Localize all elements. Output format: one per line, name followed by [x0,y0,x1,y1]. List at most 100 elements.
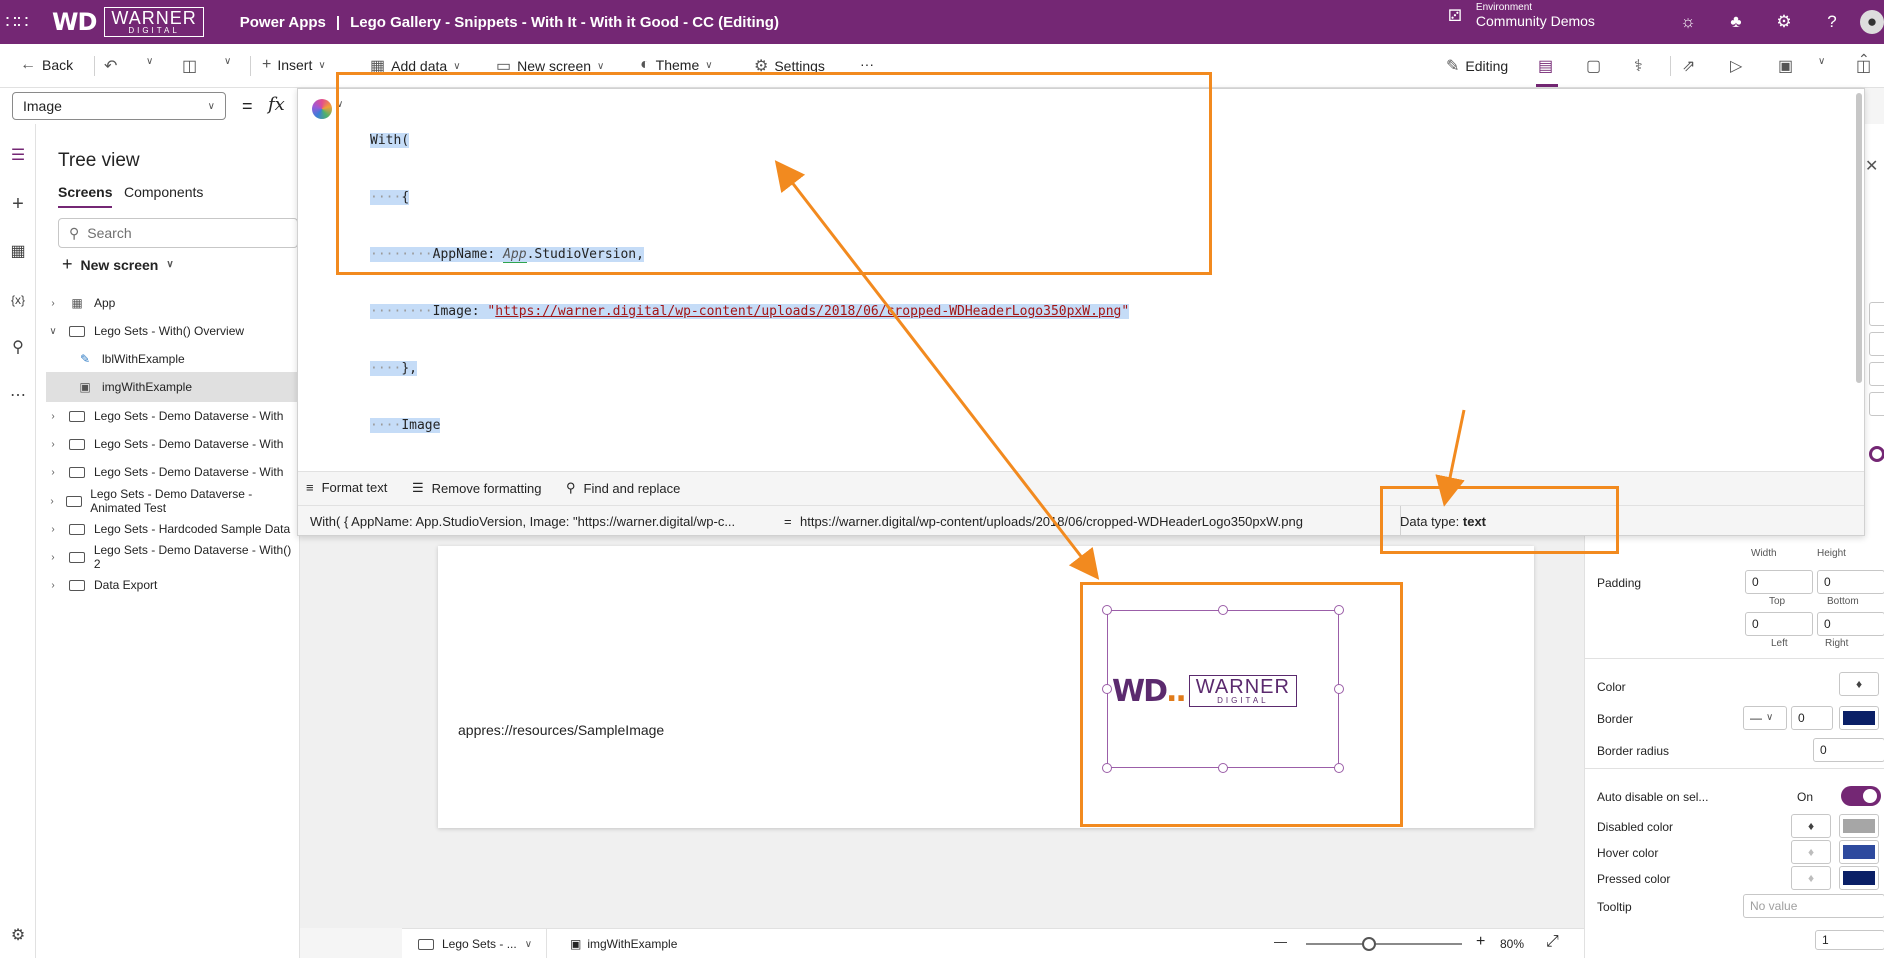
copilot-pane-button[interactable]: ▤ [1538,56,1553,76]
search-icon[interactable]: ⚲ [6,336,30,360]
format-text-button[interactable]: ≡ Format text [306,480,387,495]
settings-icon[interactable]: ⚙ [6,924,30,948]
app-launcher-icon[interactable]: ∷∷ [0,0,34,44]
zoom-slider[interactable] [1306,943,1462,945]
find-replace-button[interactable]: ⚲ Find and replace [566,480,680,496]
chevron-right-icon[interactable]: › [46,298,60,309]
save-button[interactable]: ▣ [1778,56,1793,76]
preview-button[interactable]: ▷ [1730,56,1742,76]
fit-screen-icon[interactable]: ⤢ [1546,933,1559,951]
radio-stub[interactable] [1869,446,1884,462]
variables-icon[interactable]: {x} [6,288,30,312]
screen-breadcrumb[interactable]: Lego Sets - ... ∨ [418,937,532,951]
insert-icon[interactable]: + [6,192,30,216]
tree-node-label: Lego Sets - Demo Dataverse - With [94,465,284,479]
chevron-down-icon[interactable]: ∨ [46,326,60,337]
pressed-color-picker[interactable]: ♦ [1791,866,1831,890]
more-icon[interactable]: ⋯ [6,384,30,408]
padding-right-input[interactable]: 0 [1817,612,1884,636]
hover-color-picker[interactable]: ♦ [1791,840,1831,864]
tree-node-screen[interactable]: › Lego Sets - Demo Dataverse - With [46,401,300,431]
zoom-in-button[interactable]: + [1476,933,1485,951]
insert-button[interactable]: + Insert ∨ [262,56,326,74]
format-text-icon: ≡ [306,480,314,495]
hover-color-button[interactable] [1839,840,1879,864]
save-icon: ▣ [1778,58,1794,75]
tree-node-screen[interactable]: › Lego Sets - Demo Dataverse - With [46,429,300,459]
paste-dropdown[interactable]: ∨ [224,56,231,67]
editor-scrollbar[interactable] [1856,93,1862,383]
padding-top-label: Top [1769,596,1786,607]
app-checker-button[interactable]: ⚕ [1634,56,1643,76]
tree-node-screen[interactable]: › Lego Sets - Demo Dataverse - Animated … [46,486,300,516]
tree-node-screen[interactable]: › Lego Sets - Hardcoded Sample Data [46,514,300,544]
canvas-label-control[interactable]: appres://resources/SampleImage [458,722,664,738]
property-dropdown-stub[interactable] [1869,332,1884,356]
product-name[interactable]: Power Apps [240,14,326,31]
tree-node-screen[interactable]: › Lego Sets - Demo Dataverse - With() 2 [46,542,300,572]
tree-node-screen[interactable]: › Data Export [46,570,300,600]
remove-formatting-button[interactable]: ☰ Remove formatting [412,480,541,496]
settings-gear-icon[interactable]: ⚙ [1772,10,1796,34]
tree-node-image-control[interactable]: ▣ imgWithExample [46,372,300,402]
padding-top-input[interactable]: 0 [1745,570,1813,594]
tree-view-icon[interactable]: ☰ [6,144,30,168]
app-title[interactable]: Lego Gallery - Snippets - With It - With… [350,14,779,31]
border-radius-input[interactable]: 0 [1813,738,1884,762]
undo-dropdown[interactable]: ∨ [146,56,153,67]
tree-search-input[interactable]: ⚲ Search [58,218,298,248]
property-dropdown-stub[interactable] [1869,302,1884,326]
tooltip-input[interactable]: No value [1743,894,1884,918]
zoom-slider-thumb[interactable] [1362,937,1376,951]
property-input-stub[interactable] [1869,362,1884,386]
tab-screens[interactable]: Screens [58,184,113,208]
notifications-icon[interactable]: ♣ [1724,10,1748,34]
border-width-input[interactable]: 0 [1791,706,1833,730]
pressed-color-button[interactable] [1839,866,1879,890]
comments-button[interactable]: ▢ [1586,56,1601,76]
tab-index-input[interactable]: 1 [1815,930,1884,950]
more-button[interactable]: ··· [860,56,874,72]
collapse-icon[interactable]: ⌃ [1858,51,1870,68]
control-breadcrumb[interactable]: ▣ imgWithExample [570,937,677,951]
tree-node-screen[interactable]: › Lego Sets - Demo Dataverse - With [46,457,300,487]
auto-disable-toggle[interactable] [1841,786,1881,806]
back-button[interactable]: ← Back [20,56,73,74]
property-dropdown-stub[interactable] [1869,392,1884,416]
copilot-icon[interactable]: ☼ [1676,10,1700,34]
chevron-right-icon[interactable]: › [46,552,60,563]
help-icon[interactable]: ? [1820,10,1844,34]
padding-left-input[interactable]: 0 [1745,612,1813,636]
padding-bottom-input[interactable]: 0 [1817,570,1884,594]
chevron-right-icon[interactable]: › [46,580,60,591]
data-icon[interactable]: ▦ [6,240,30,264]
code-url[interactable]: https://warner.digital/wp-content/upload… [495,304,1122,319]
tree-node-app[interactable]: › ▦ App [46,288,300,318]
disabled-color-picker[interactable]: ♦ [1791,814,1831,838]
save-dropdown[interactable]: ∨ [1818,56,1825,67]
border-style-dropdown[interactable]: — ∨ [1743,706,1787,730]
editing-mode-button[interactable]: ✎ Editing [1446,56,1508,76]
disabled-color-button[interactable] [1839,814,1879,838]
chevron-right-icon[interactable]: › [46,467,60,478]
share-button[interactable]: ⇗ [1682,56,1695,76]
environment-picker[interactable]: ⚂ Environment Community Demos [1448,2,1595,29]
chevron-right-icon[interactable]: › [46,411,60,422]
color-picker-button[interactable]: ♦ [1839,672,1879,696]
chevron-right-icon[interactable]: › [46,496,58,507]
new-screen-button[interactable]: + New screen ∨ [62,254,174,275]
paste-button[interactable]: ◫ [182,56,197,76]
chevron-right-icon[interactable]: › [46,524,60,535]
property-dropdown[interactable]: Image ∨ [12,92,226,120]
copilot-icon[interactable] [312,99,332,119]
tab-components[interactable]: Components [124,184,203,206]
border-color-button[interactable] [1839,706,1879,730]
chevron-right-icon[interactable]: › [46,439,60,450]
undo-button[interactable]: ↶ [104,56,117,76]
tree-node-screen[interactable]: ∨ Lego Sets - With() Overview [46,316,300,346]
breadcrumb-control: imgWithExample [587,937,678,951]
avatar[interactable]: ● [1860,10,1884,34]
close-icon[interactable]: ✕ [1865,156,1878,176]
tree-node-label-control[interactable]: ✎ lblWithExample [46,344,300,374]
zoom-out-button[interactable]: — [1274,934,1287,949]
